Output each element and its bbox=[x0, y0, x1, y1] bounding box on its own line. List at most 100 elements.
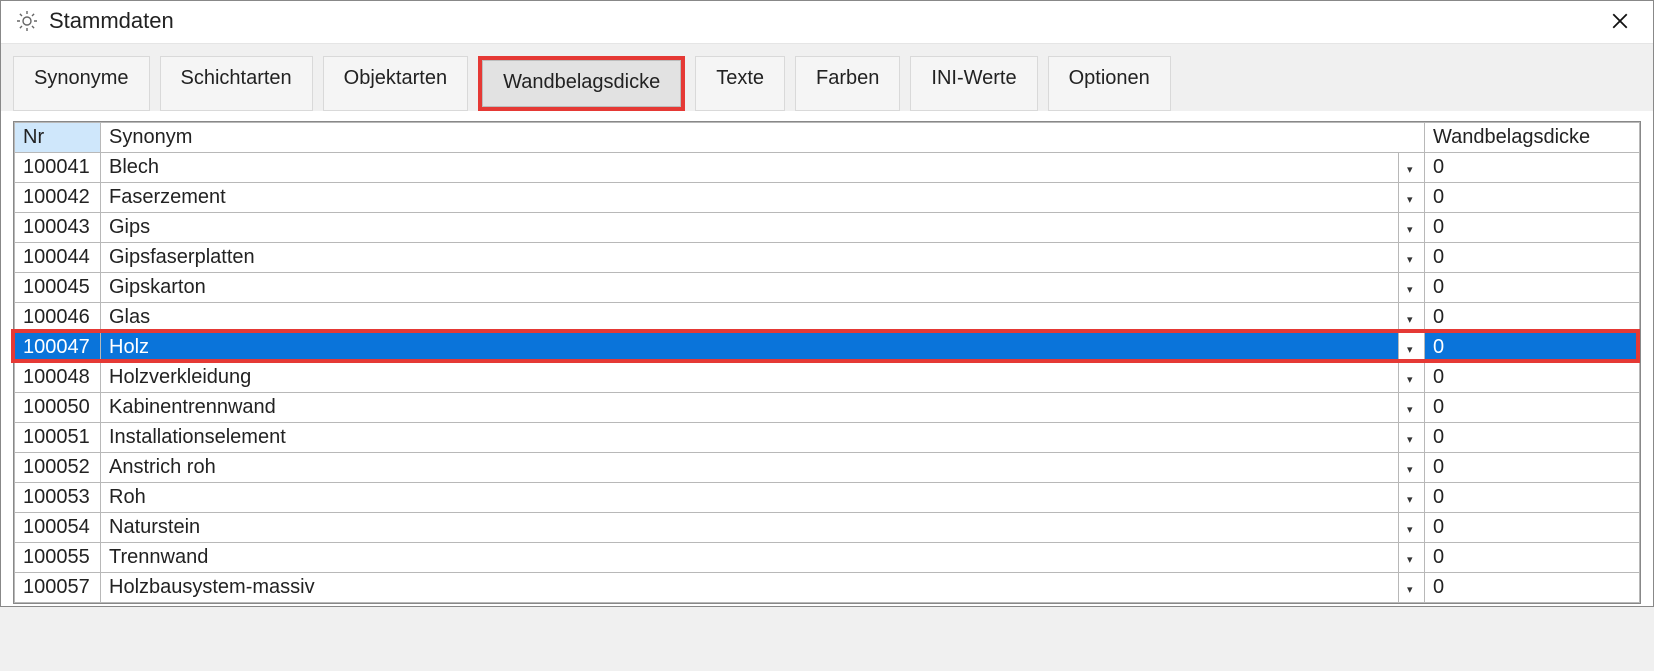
chevron-down-icon: ▾ bbox=[1407, 375, 1418, 386]
cell-thickness[interactable]: 0 bbox=[1425, 333, 1640, 363]
synonym-dropdown-button[interactable]: ▾ bbox=[1399, 423, 1425, 453]
cell-synonym[interactable]: Installationselement bbox=[101, 423, 1399, 453]
cell-synonym[interactable]: Gips bbox=[101, 213, 1399, 243]
table-row[interactable]: 100055Trennwand▾0 bbox=[15, 543, 1640, 573]
cell-synonym[interactable]: Kabinentrennwand bbox=[101, 393, 1399, 423]
cell-nr[interactable]: 100051 bbox=[15, 423, 101, 453]
cell-thickness[interactable]: 0 bbox=[1425, 423, 1640, 453]
synonym-dropdown-button[interactable]: ▾ bbox=[1399, 573, 1425, 603]
tab-texte[interactable]: Texte bbox=[695, 56, 785, 111]
cell-synonym[interactable]: Holzverkleidung bbox=[101, 363, 1399, 393]
synonym-dropdown-button[interactable]: ▾ bbox=[1399, 363, 1425, 393]
table-row[interactable]: 100053Roh▾0 bbox=[15, 483, 1640, 513]
tab-objektarten[interactable]: Objektarten bbox=[323, 56, 468, 111]
cell-synonym[interactable]: Roh bbox=[101, 483, 1399, 513]
cell-synonym[interactable]: Faserzement bbox=[101, 183, 1399, 213]
cell-synonym[interactable]: Holz bbox=[101, 333, 1399, 363]
cell-thickness[interactable]: 0 bbox=[1425, 453, 1640, 483]
cell-nr[interactable]: 100055 bbox=[15, 543, 101, 573]
gear-icon bbox=[15, 9, 39, 33]
cell-thickness[interactable]: 0 bbox=[1425, 573, 1640, 603]
table-row[interactable]: 100048Holzverkleidung ▾ 0 bbox=[15, 363, 1640, 393]
data-grid[interactable]: Nr Synonym Wandbelagsdicke 100041Blech▾0… bbox=[14, 122, 1640, 603]
grid-header-row: Nr Synonym Wandbelagsdicke bbox=[15, 123, 1640, 153]
tab-optionen[interactable]: Optionen bbox=[1048, 56, 1171, 111]
synonym-dropdown-button[interactable]: ▾ bbox=[1399, 333, 1425, 363]
cell-nr[interactable]: 100057 bbox=[15, 573, 101, 603]
tabbar: SynonymeSchichtartenObjektarten Wandbelag… bbox=[1, 43, 1653, 111]
cell-nr[interactable]: 100048 bbox=[15, 363, 101, 393]
cell-thickness[interactable]: 0 bbox=[1425, 153, 1640, 183]
table-row[interactable]: 100047Holz ▾ 0 bbox=[15, 333, 1640, 363]
synonym-dropdown-button[interactable]: ▾ bbox=[1399, 213, 1425, 243]
cell-thickness[interactable]: 0 bbox=[1425, 213, 1640, 243]
chevron-down-icon: ▾ bbox=[1407, 435, 1418, 446]
tab-farben[interactable]: Farben bbox=[795, 56, 900, 111]
cell-thickness[interactable]: 0 bbox=[1425, 243, 1640, 273]
grid-frame: Nr Synonym Wandbelagsdicke 100041Blech▾0… bbox=[13, 121, 1641, 604]
synonym-dropdown-button[interactable]: ▾ bbox=[1399, 393, 1425, 423]
cell-synonym[interactable]: Anstrich roh bbox=[101, 453, 1399, 483]
synonym-dropdown-button[interactable]: ▾ bbox=[1399, 453, 1425, 483]
table-row[interactable]: 100041Blech ▾ 0 bbox=[15, 153, 1640, 183]
table-row[interactable]: 100051Installationselement ▾ 0 bbox=[15, 423, 1640, 453]
synonym-dropdown-button[interactable]: ▾ bbox=[1399, 543, 1425, 573]
cell-synonym[interactable]: Gipskarton bbox=[101, 273, 1399, 303]
cell-nr[interactable]: 100046 bbox=[15, 303, 101, 333]
cell-nr[interactable]: 100043 bbox=[15, 213, 101, 243]
table-row[interactable]: 100046Glas ▾ 0 bbox=[15, 303, 1640, 333]
synonym-dropdown-button[interactable]: ▾ bbox=[1399, 183, 1425, 213]
cell-synonym[interactable]: Gipsfaserplatten bbox=[101, 243, 1399, 273]
col-header-synonym[interactable]: Synonym bbox=[101, 123, 1425, 153]
tab-synonyme[interactable]: Synonyme bbox=[13, 56, 150, 111]
cell-synonym[interactable]: Trennwand bbox=[101, 543, 1399, 573]
synonym-dropdown-button[interactable]: ▾ bbox=[1399, 303, 1425, 333]
tab-ini-werte[interactable]: INI-Werte bbox=[910, 56, 1037, 111]
tab-schichtarten[interactable]: Schichtarten bbox=[160, 56, 313, 111]
table-row[interactable]: 100044Gipsfaserplatten▾0 bbox=[15, 243, 1640, 273]
cell-nr[interactable]: 100050 bbox=[15, 393, 101, 423]
cell-nr[interactable]: 100047 bbox=[15, 333, 101, 363]
cell-nr[interactable]: 100054 bbox=[15, 513, 101, 543]
chevron-down-icon: ▾ bbox=[1407, 345, 1418, 356]
cell-thickness[interactable]: 0 bbox=[1425, 273, 1640, 303]
cell-synonym[interactable]: Blech bbox=[101, 153, 1399, 183]
chevron-down-icon: ▾ bbox=[1407, 315, 1418, 326]
cell-thickness[interactable]: 0 bbox=[1425, 303, 1640, 333]
table-row[interactable]: 100050Kabinentrennwand▾0 bbox=[15, 393, 1640, 423]
cell-synonym[interactable]: Glas bbox=[101, 303, 1399, 333]
window-title: Stammdaten bbox=[49, 8, 1597, 34]
cell-thickness[interactable]: 0 bbox=[1425, 543, 1640, 573]
cell-thickness[interactable]: 0 bbox=[1425, 393, 1640, 423]
cell-nr[interactable]: 100052 bbox=[15, 453, 101, 483]
cell-thickness[interactable]: 0 bbox=[1425, 183, 1640, 213]
table-row[interactable]: 100054Naturstein▾0 bbox=[15, 513, 1640, 543]
col-header-thickness[interactable]: Wandbelagsdicke bbox=[1425, 123, 1640, 153]
table-row[interactable]: 100057Holzbausystem-massiv▾0 bbox=[15, 573, 1640, 603]
cell-thickness[interactable]: 0 bbox=[1425, 363, 1640, 393]
col-header-nr[interactable]: Nr bbox=[15, 123, 101, 153]
cell-nr[interactable]: 100041 bbox=[15, 153, 101, 183]
synonym-dropdown-button[interactable]: ▾ bbox=[1399, 483, 1425, 513]
table-row[interactable]: 100043Gips▾0 bbox=[15, 213, 1640, 243]
chevron-down-icon: ▾ bbox=[1407, 165, 1418, 176]
cell-nr[interactable]: 100042 bbox=[15, 183, 101, 213]
table-row[interactable]: 100052Anstrich roh ▾ 0 bbox=[15, 453, 1640, 483]
tab-wandbelagsdicke[interactable]: Wandbelagsdicke bbox=[482, 60, 681, 107]
cell-thickness[interactable]: 0 bbox=[1425, 483, 1640, 513]
table-row[interactable]: 100045Gipskarton▾0 bbox=[15, 273, 1640, 303]
close-button[interactable] bbox=[1597, 5, 1643, 37]
table-row[interactable]: 100042Faserzement ▾ 0 bbox=[15, 183, 1640, 213]
chevron-down-icon: ▾ bbox=[1407, 465, 1418, 476]
cell-nr[interactable]: 100044 bbox=[15, 243, 101, 273]
synonym-dropdown-button[interactable]: ▾ bbox=[1399, 153, 1425, 183]
synonym-dropdown-button[interactable]: ▾ bbox=[1399, 243, 1425, 273]
chevron-down-icon: ▾ bbox=[1407, 195, 1418, 206]
cell-nr[interactable]: 100053 bbox=[15, 483, 101, 513]
cell-synonym[interactable]: Naturstein bbox=[101, 513, 1399, 543]
synonym-dropdown-button[interactable]: ▾ bbox=[1399, 513, 1425, 543]
synonym-dropdown-button[interactable]: ▾ bbox=[1399, 273, 1425, 303]
cell-synonym[interactable]: Holzbausystem-massiv bbox=[101, 573, 1399, 603]
cell-thickness[interactable]: 0 bbox=[1425, 513, 1640, 543]
cell-nr[interactable]: 100045 bbox=[15, 273, 101, 303]
